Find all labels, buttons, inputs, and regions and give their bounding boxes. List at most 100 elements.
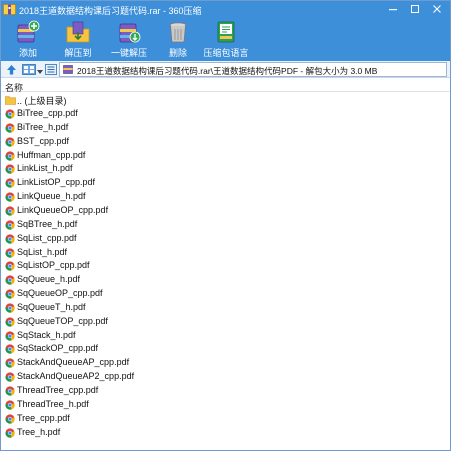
file-name: SqBTree_h.pdf: [17, 218, 78, 229]
thumbnail-view-icon[interactable]: [22, 64, 36, 75]
chrome-pdf-file-icon: [5, 123, 15, 133]
chrome-pdf-file-icon: [5, 192, 15, 202]
chrome-pdf-file-icon: [5, 109, 15, 119]
chrome-pdf-file-icon: [5, 344, 15, 354]
chrome-pdf-file-icon: [5, 261, 15, 271]
delete-label: 删除: [168, 48, 187, 58]
chrome-pdf-file-icon: [5, 164, 15, 174]
file-name: SqList_cpp.pdf: [17, 232, 77, 243]
file-name: BiTree_cpp.pdf: [17, 108, 78, 118]
address-bar-row: 2018王道数据结构课后习题代码.rar\王道数据结构代码PDF - 解包大小为…: [1, 61, 450, 78]
window-title: 2018王道数据结构课后习题代码.rar - 360压缩: [19, 6, 202, 16]
chrome-pdf-file-icon: [5, 150, 15, 161]
file-name: SqQueue_h.pdf: [17, 274, 81, 285]
file-row[interactable]: Tree_h.pdf: [1, 426, 450, 440]
one-click-extract-icon: [105, 20, 153, 44]
archive-file-icon: [63, 65, 73, 74]
app-window: 2018王道数据结构课后习题代码.rar - 360压缩 添加 解压到 一键解压…: [0, 0, 451, 451]
chevron-down-icon[interactable]: [37, 67, 43, 74]
chrome-pdf-file-icon: [5, 178, 15, 188]
chrome-pdf-file-icon: [5, 386, 15, 396]
delete-button[interactable]: 删除: [160, 20, 196, 60]
file-row[interactable]: SqBTree_h.pdf: [1, 218, 450, 232]
chrome-pdf-file-icon: [5, 275, 15, 285]
extract-to-label: 解压到: [64, 48, 92, 58]
file-row[interactable]: SqStack_h.pdf: [1, 329, 450, 343]
one-click-extract-label: 一键解压: [110, 48, 147, 58]
file-name: Tree_h.pdf: [17, 426, 61, 437]
file-name: SqStack_h.pdf: [17, 329, 76, 340]
file-name: SqQueueT_h.pdf: [17, 301, 86, 312]
chrome-pdf-file-icon: [5, 400, 15, 410]
one-click-extract-button[interactable]: 一键解压: [105, 20, 153, 60]
file-name: BST_cpp.pdf: [17, 135, 70, 146]
file-row[interactable]: LinkQueueOP_cpp.pdf: [1, 204, 450, 218]
folder-icon: [5, 95, 16, 105]
file-row[interactable]: SqQueueT_h.pdf: [1, 301, 450, 315]
chrome-pdf-file-icon: [5, 233, 15, 244]
file-row[interactable]: LinkList_h.pdf: [1, 162, 450, 176]
file-row[interactable]: LinkQueue_h.pdf: [1, 190, 450, 204]
chrome-pdf-file-icon: [5, 427, 15, 438]
add-archive-icon: [9, 20, 47, 44]
address-input[interactable]: 2018王道数据结构课后习题代码.rar\王道数据结构代码PDF - 解包大小为…: [59, 62, 447, 77]
file-name: BiTree_h.pdf: [17, 121, 69, 132]
minimize-button[interactable]: [382, 1, 404, 18]
archive-language-label: 压缩包语言: [203, 48, 249, 58]
address-path: 2018王道数据结构课后习题代码.rar\王道数据结构代码PDF - 解包大小为…: [77, 66, 378, 76]
file-row[interactable]: SqQueueTOP_cpp.pdf: [1, 315, 450, 329]
file-row[interactable]: BiTree_cpp.pdf: [1, 107, 450, 121]
chrome-pdf-file-icon: [5, 414, 15, 424]
file-row[interactable]: SqListOP_cpp.pdf: [1, 259, 450, 273]
title-bar: 2018王道数据结构课后习题代码.rar - 360压缩: [1, 1, 450, 18]
file-row[interactable]: BiTree_h.pdf: [1, 121, 450, 135]
file-row[interactable]: SqStackOP_cpp.pdf: [1, 342, 450, 356]
chrome-pdf-file-icon: [5, 330, 15, 341]
file-row[interactable]: SqQueue_h.pdf: [1, 273, 450, 287]
close-button[interactable]: [426, 1, 448, 18]
extract-to-folder-icon: [58, 20, 98, 44]
parent-directory-row[interactable]: .. (上级目录): [1, 93, 450, 107]
file-row[interactable]: SqList_h.pdf: [1, 246, 450, 260]
file-row[interactable]: Huffman_cpp.pdf: [1, 149, 450, 163]
file-row[interactable]: ThreadTree_cpp.pdf: [1, 384, 450, 398]
file-row[interactable]: StackAndQueueAP2_cpp.pdf: [1, 370, 450, 384]
parent-directory-label: .. (上级目录): [17, 96, 67, 106]
list-view-icon[interactable]: [45, 64, 57, 75]
chrome-pdf-file-icon: [5, 289, 15, 299]
chrome-pdf-file-icon: [5, 372, 15, 382]
add-label: 添加: [18, 48, 37, 58]
file-name: Tree_cpp.pdf: [17, 412, 70, 423]
archive-language-icon: [202, 20, 250, 44]
file-row[interactable]: LinkListOP_cpp.pdf: [1, 176, 450, 190]
file-name: LinkList_h.pdf: [17, 163, 73, 174]
add-button[interactable]: 添加: [9, 20, 47, 60]
file-row[interactable]: SqList_cpp.pdf: [1, 232, 450, 246]
file-row[interactable]: Tree_cpp.pdf: [1, 412, 450, 426]
archive-language-button[interactable]: 压缩包语言: [202, 20, 250, 60]
file-row[interactable]: SqQueueOP_cpp.pdf: [1, 287, 450, 301]
file-name: StackAndQueueAP_cpp.pdf: [17, 357, 130, 368]
file-row[interactable]: ThreadTree_h.pdf: [1, 398, 450, 412]
chrome-pdf-file-icon: [5, 220, 15, 230]
file-row[interactable]: BST_cpp.pdf: [1, 135, 450, 149]
file-name: LinkQueue_h.pdf: [17, 191, 86, 202]
file-name: SqStackOP_cpp.pdf: [17, 343, 99, 354]
archive-app-icon: [3, 3, 16, 15]
file-row[interactable]: StackAndQueueAP_cpp.pdf: [1, 356, 450, 370]
file-name: StackAndQueueAP2_cpp.pdf: [17, 371, 135, 382]
extract-to-button[interactable]: 解压到: [58, 20, 98, 60]
trash-icon: [160, 20, 196, 44]
file-name: Huffman_cpp.pdf: [17, 149, 86, 160]
file-name: ThreadTree_h.pdf: [17, 398, 89, 409]
file-name: LinkQueueOP_cpp.pdf: [17, 205, 109, 215]
toolbar: 添加 解压到 一键解压 删除 压缩包语言: [1, 18, 450, 61]
maximize-button[interactable]: [404, 1, 426, 18]
up-arrow-icon[interactable]: [5, 63, 18, 76]
chrome-pdf-file-icon: [5, 137, 15, 147]
chrome-pdf-file-icon: [5, 358, 15, 368]
file-name: SqList_h.pdf: [17, 246, 68, 257]
file-name: SqListOP_cpp.pdf: [17, 260, 90, 271]
file-name: SqQueueOP_cpp.pdf: [17, 288, 103, 298]
chrome-pdf-file-icon: [5, 303, 15, 313]
